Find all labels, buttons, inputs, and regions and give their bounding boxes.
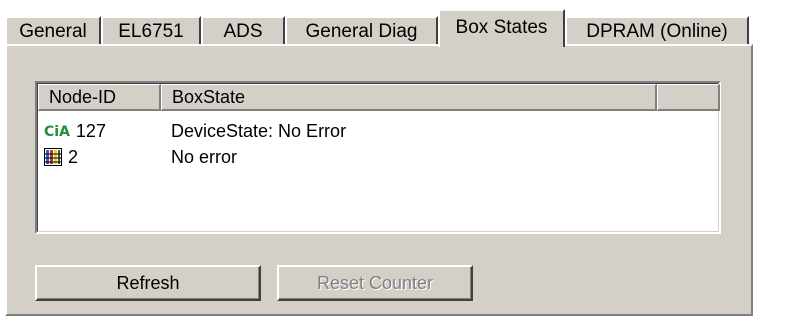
- cia-icon: CiA: [44, 124, 70, 140]
- tab-dpram-online[interactable]: DPRAM (Online): [565, 16, 749, 46]
- box-state-list[interactable]: Node-ID BoxState CiA 127 DeviceState: No …: [35, 81, 721, 234]
- list-item[interactable]: 2 No error: [44, 144, 704, 170]
- tab-box-states[interactable]: Box States: [438, 9, 565, 47]
- tab-general[interactable]: General: [5, 16, 101, 46]
- tab-el6751[interactable]: EL6751: [101, 16, 201, 46]
- box-state-cell: DeviceState: No Error: [171, 121, 347, 141]
- column-header-empty[interactable]: [657, 84, 720, 111]
- column-header-boxstate[interactable]: BoxState: [161, 84, 657, 111]
- refresh-button[interactable]: Refresh: [35, 265, 261, 301]
- list-frame: Node-ID BoxState CiA 127 DeviceState: No …: [37, 83, 720, 232]
- io-box-icon: [44, 148, 62, 166]
- list-item[interactable]: CiA 127 DeviceState: No Error: [44, 118, 704, 144]
- box-state-cell: No error: [171, 147, 238, 167]
- node-id-value: 2: [68, 147, 79, 167]
- node-id-value: 127: [75, 121, 106, 141]
- tab-ads[interactable]: ADS: [201, 16, 285, 46]
- column-header-node-id[interactable]: Node-ID: [38, 84, 161, 111]
- node-id-cell: CiA 127: [44, 118, 164, 145]
- reset-counter-button[interactable]: Reset Counter: [277, 265, 473, 301]
- node-id-cell: 2: [44, 144, 164, 170]
- tab-general-diag[interactable]: General Diag: [285, 16, 438, 46]
